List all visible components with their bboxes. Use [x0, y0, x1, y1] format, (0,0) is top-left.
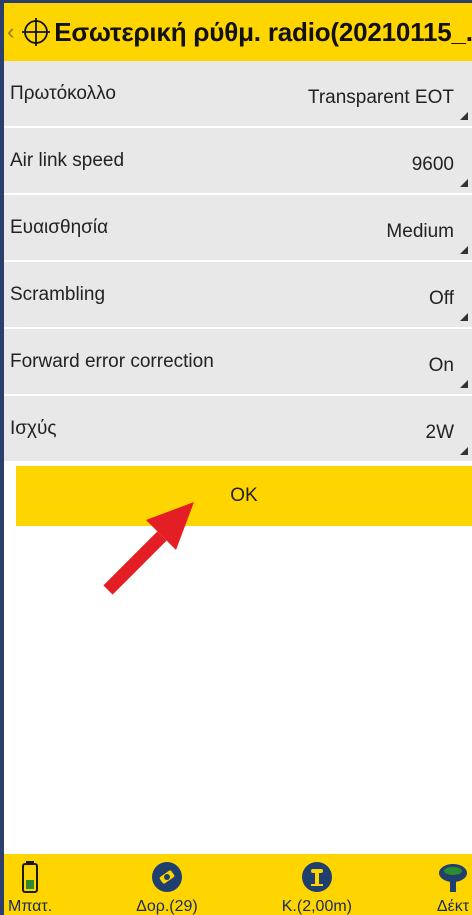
setting-row-air-link-speed[interactable]: Air link speed 9600: [4, 128, 472, 195]
dropdown-corner-icon: [460, 112, 468, 120]
satellites-label: Δορ.(29): [136, 898, 198, 915]
receiver-label: Δέκτ: [436, 898, 470, 915]
header-bar: ‹ Εσωτερική ρύθμ. radio(20210115_...: [4, 3, 472, 61]
setting-value: 2W: [425, 421, 455, 443]
setting-label: Πρωτόκολλο: [10, 82, 116, 104]
status-satellites[interactable]: Δορ.(29): [136, 860, 198, 915]
setting-value: Transparent EOT: [307, 86, 454, 108]
settings-list: Πρωτόκολλο Transparent EOT Air link spee…: [4, 61, 472, 463]
setting-label: Ισχύς: [10, 417, 57, 439]
setting-row-power[interactable]: Ισχύς 2W: [4, 396, 472, 463]
setting-label: Scrambling: [10, 283, 106, 305]
satellite-icon: [151, 862, 182, 892]
dropdown-corner-icon: [460, 246, 468, 254]
dropdown-corner-icon: [460, 313, 468, 321]
page-title: Εσωτερική ρύθμ. radio(20210115_...: [54, 16, 472, 47]
rover-icon: [301, 862, 332, 892]
status-receiver[interactable]: Δέκτ: [436, 860, 470, 915]
rover-label: Κ.(2,00m): [281, 898, 352, 915]
setting-label: Forward error correction: [10, 350, 214, 372]
setting-value: Medium: [386, 220, 454, 242]
dropdown-corner-icon: [460, 447, 468, 455]
setting-value: On: [428, 354, 454, 376]
ok-button[interactable]: OK: [16, 466, 472, 526]
setting-label: Air link speed: [10, 149, 125, 171]
battery-label: Μπατ.: [8, 898, 53, 915]
setting-value: 9600: [411, 153, 454, 175]
setting-value: Off: [429, 287, 454, 309]
status-battery[interactable]: Μπατ.: [8, 860, 52, 915]
setting-row-scrambling[interactable]: Scrambling Off: [4, 262, 472, 329]
dropdown-corner-icon: [460, 380, 468, 388]
crosshair-icon: [18, 3, 55, 61]
setting-row-protocol[interactable]: Πρωτόκολλο Transparent EOT: [4, 61, 472, 128]
setting-row-sensitivity[interactable]: Ευαισθησία Medium: [4, 195, 472, 262]
dropdown-corner-icon: [460, 179, 468, 187]
setting-row-fec[interactable]: Forward error correction On: [4, 329, 472, 396]
setting-label: Ευαισθησία: [10, 216, 109, 238]
status-rover[interactable]: Κ.(2,00m): [282, 860, 352, 915]
status-bar: Μπατ. Δορ.(29) Κ.(2,00m) Δέκτ: [4, 854, 472, 915]
chevron-left-icon[interactable]: ‹: [4, 3, 18, 61]
red-arrow-annotation: [103, 502, 194, 595]
receiver-icon: [439, 864, 467, 892]
battery-icon: [22, 861, 39, 893]
